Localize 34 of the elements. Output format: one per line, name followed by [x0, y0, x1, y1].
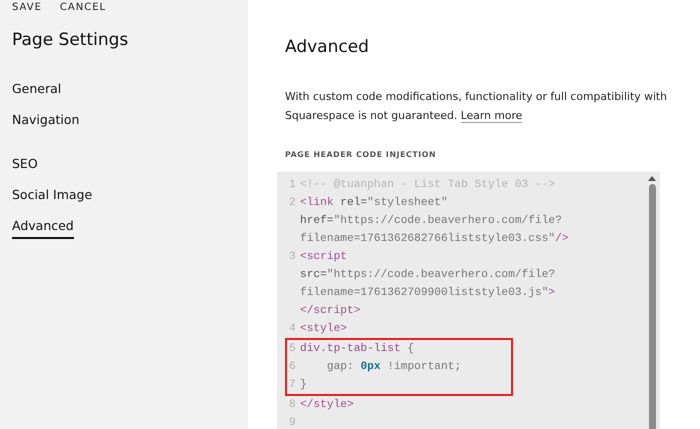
- code-line: src="https://code.beaverhero.com/file?: [300, 269, 556, 281]
- code-line: </style>: [300, 399, 354, 411]
- line-number: 9: [289, 417, 297, 429]
- line-number: 6: [289, 361, 297, 373]
- page-title: Advanced: [285, 37, 370, 57]
- nav-item[interactable]: SEO: [12, 156, 38, 177]
- code-line: </script>: [300, 305, 360, 317]
- code-line: <link rel="stylesheet": [300, 197, 448, 209]
- code-line: }: [300, 379, 307, 391]
- sidebar-title: Page Settings: [12, 30, 130, 50]
- notice-text: With custom code modifications, functionality or full compatibility with Squarespace is not guaranteed. Learn more: [285, 89, 668, 125]
- line-number: 2: [289, 197, 297, 209]
- code-line: href="https://code.beaverhero.com/file?: [300, 215, 562, 227]
- code-line: filename=1761362682766liststyle03.css"/>: [300, 233, 569, 245]
- code-line: <style>: [300, 323, 347, 335]
- nav-item[interactable]: Advanced: [12, 218, 74, 239]
- learn-more-link[interactable]: Learn more: [460, 109, 522, 123]
- line-number: 7: [289, 379, 297, 391]
- nav-item[interactable]: Navigation: [12, 112, 80, 133]
- line-number: 4: [289, 323, 297, 335]
- nav-item[interactable]: Social Image: [12, 187, 92, 208]
- line-number: 5: [289, 343, 297, 355]
- code-line: div.tp-tab-list {: [300, 343, 414, 355]
- scroll-up-icon[interactable]: [648, 176, 656, 181]
- nav-item[interactable]: General: [12, 81, 62, 102]
- code-line: filename=1761362709900liststyle03.js">: [300, 287, 556, 299]
- code-line: <script: [300, 251, 347, 263]
- code-editor[interactable]: [277, 171, 660, 429]
- line-number: 8: [289, 399, 297, 411]
- header-action-button[interactable]: CANCEL: [60, 1, 106, 13]
- code-line: gap: 0px !important;: [326, 361, 462, 373]
- line-number: 3: [289, 251, 297, 263]
- header-action-button[interactable]: SAVE: [12, 1, 42, 13]
- line-number: 1: [289, 179, 297, 191]
